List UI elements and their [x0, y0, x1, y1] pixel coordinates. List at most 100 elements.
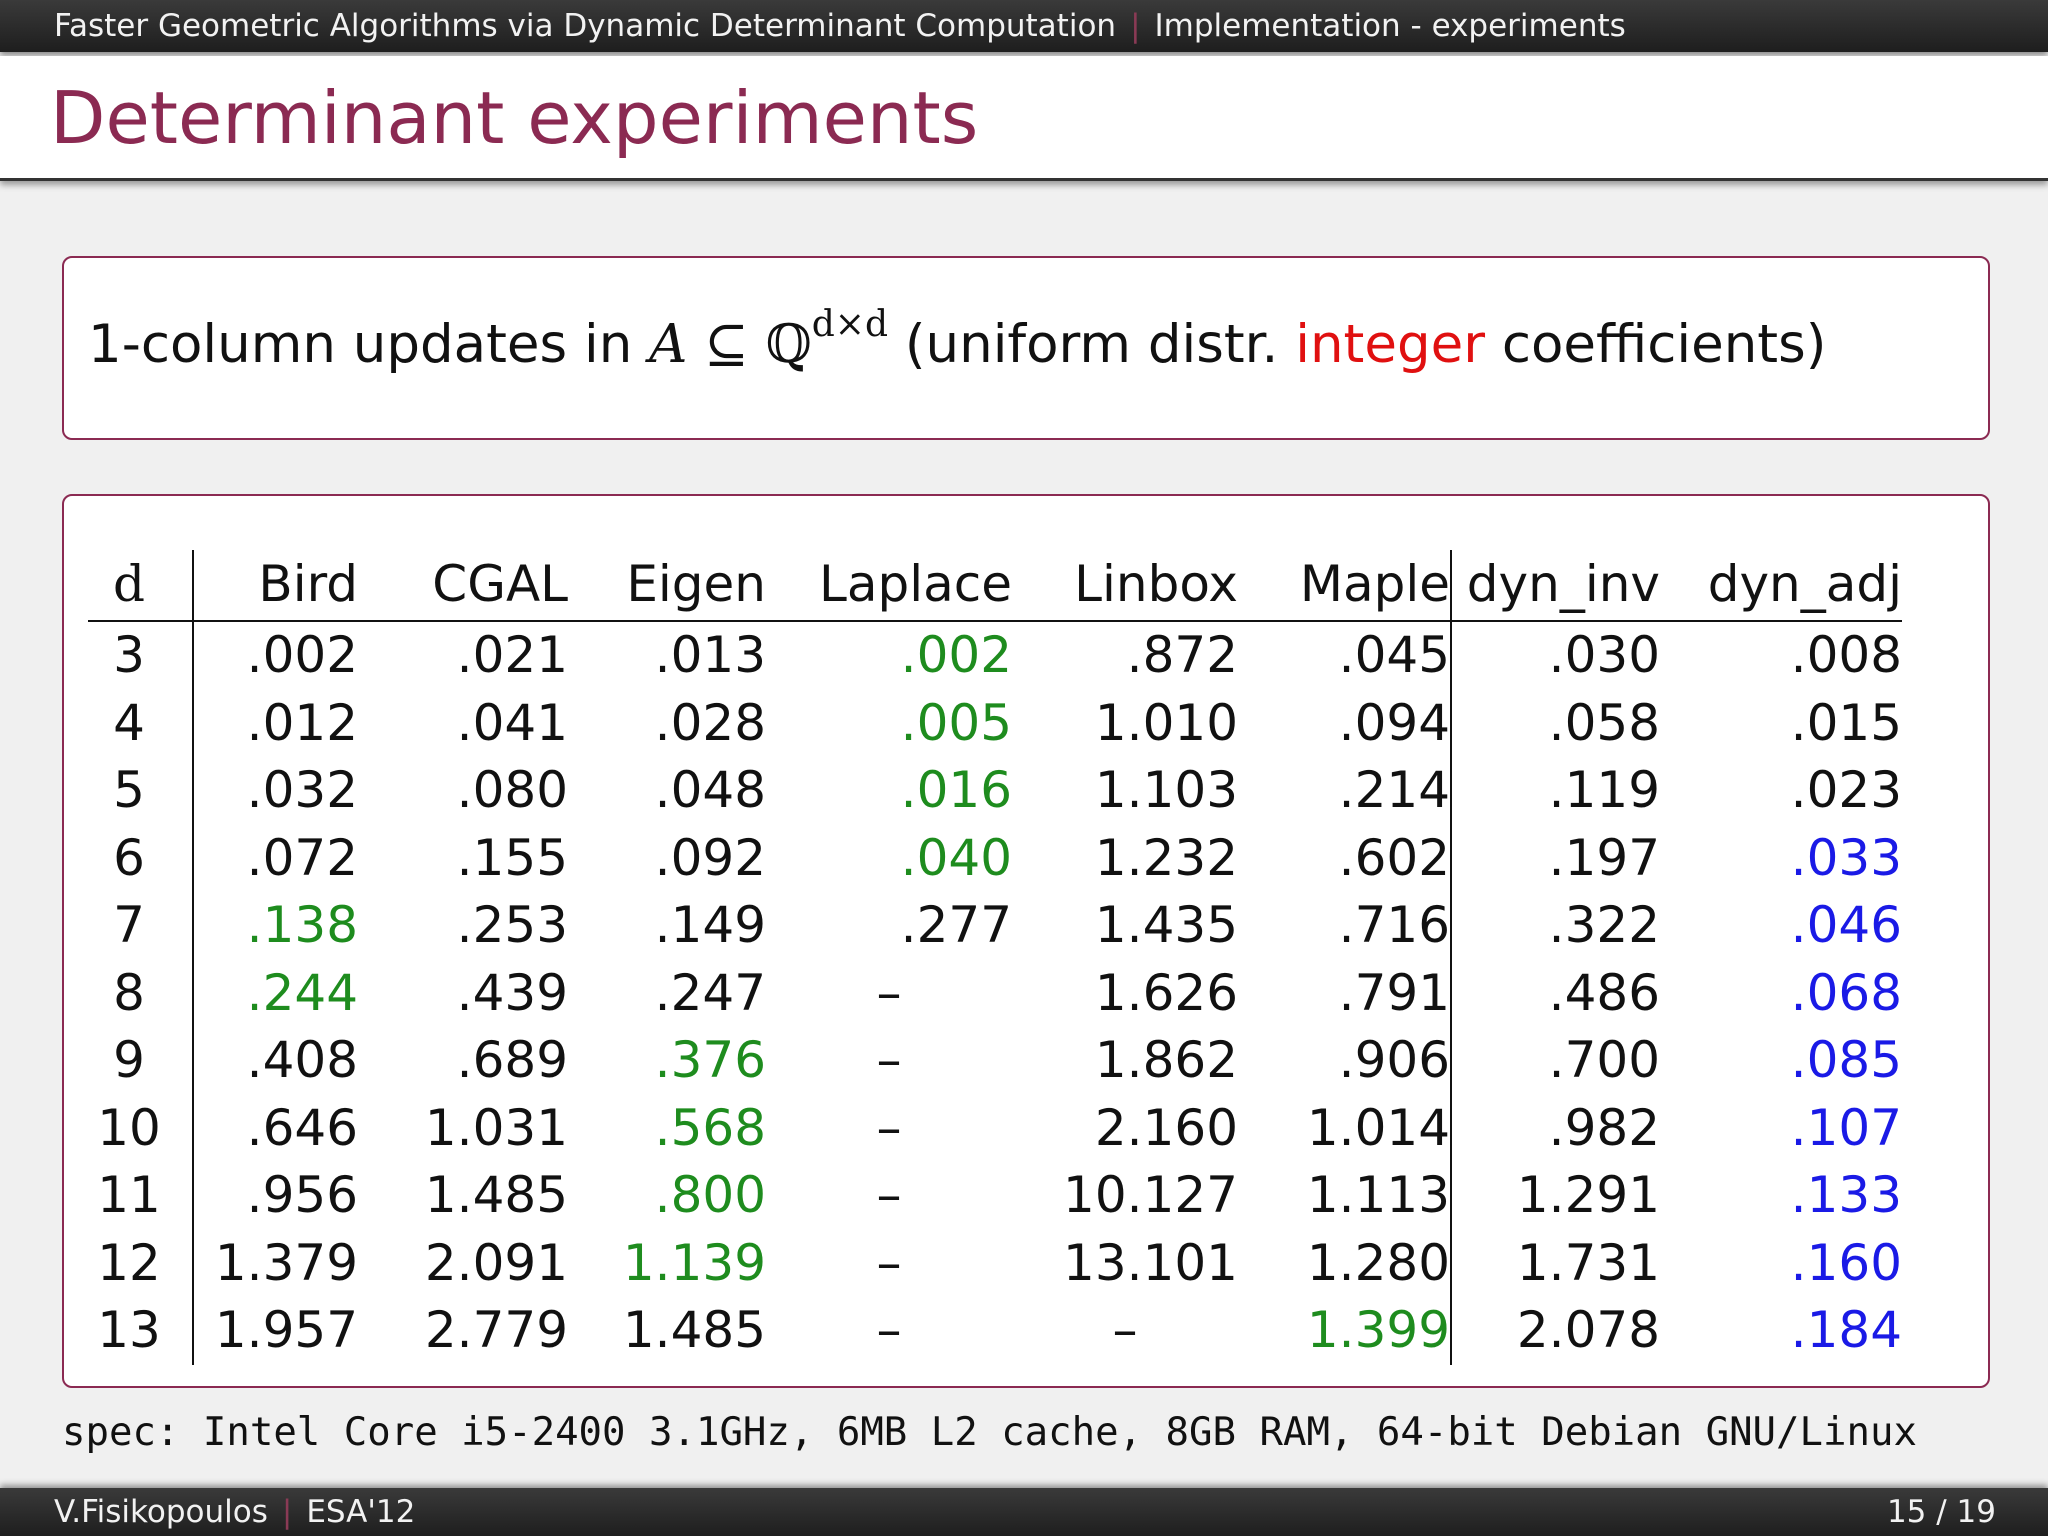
cell-cgal: .021 [456, 626, 568, 684]
cell-dyn-inv: .197 [1548, 828, 1660, 887]
cell-cgal: 2.091 [424, 1233, 568, 1292]
matrix-variable: A [649, 314, 688, 375]
header-linbox: Linbox [1012, 550, 1238, 622]
header-d: d [88, 550, 194, 622]
cell-laplace: .005 [900, 693, 1012, 752]
table-row: 11 .956 1.485 .800 – 10.127 1.113 1.291 .133 [88, 1162, 1902, 1230]
cell-d: 6 [88, 824, 194, 892]
cell-dyn-inv: .058 [1548, 693, 1660, 752]
cell-eigen: .568 [654, 1098, 766, 1157]
header-eigen: Eigen [568, 550, 766, 622]
cell-bird: .408 [246, 1031, 358, 1089]
cell-linbox: 1.862 [1094, 1031, 1238, 1089]
cell-cgal: 2.779 [424, 1301, 568, 1359]
cell-dyn-inv: .030 [1548, 626, 1660, 684]
cell-dyn-inv: 1.291 [1516, 1166, 1660, 1224]
cell-bird: 1.379 [214, 1233, 358, 1292]
cell-eigen: .013 [654, 626, 766, 684]
cell-maple: 1.113 [1238, 1162, 1452, 1230]
table-row: 12 1.379 2.091 1.139 – 13.101 1.280 1.731 .160 [88, 1229, 1902, 1297]
table-row: 13 1.957 2.779 1.485 – – 1.399 2.078 .184 [88, 1297, 1902, 1365]
cell-dyn-inv: .322 [1548, 896, 1660, 954]
footer-left: V.Fisikopoulos | ESA'12 [54, 1488, 415, 1536]
cell-laplace: .277 [900, 896, 1012, 954]
cell-cgal: .689 [456, 1031, 568, 1089]
cell-d: 10 [88, 1094, 194, 1162]
cell-maple: .045 [1238, 621, 1452, 690]
cell-d: 4 [88, 689, 194, 757]
slide-title-bar: Determinant experiments [0, 56, 2048, 181]
slide-title: Determinant experiments [50, 76, 979, 160]
setup-line: 1-column updates in A ⊆ ℚd×d (uniform di… [88, 304, 1826, 375]
rational-field-symbol: ℚ [765, 314, 812, 375]
cell-dyn-adj: .023 [1790, 761, 1902, 819]
cell-eigen: .376 [654, 1031, 766, 1089]
cell-maple: .906 [1238, 1027, 1452, 1095]
cell-dyn-adj: .033 [1790, 828, 1902, 887]
spec-line: spec: Intel Core i5-2400 3.1GHz, 6MB L2 … [62, 1410, 1917, 1455]
cell-cgal: 1.031 [424, 1098, 568, 1157]
table-row: 6 .072 .155 .092 .040 1.232.602 .197 .033 [88, 824, 1902, 892]
cell-cgal: .253 [456, 896, 568, 954]
cell-laplace: .002 [900, 626, 1012, 684]
cell-dyn-adj: .068 [1790, 963, 1902, 1022]
cell-linbox: 13.101 [1063, 1233, 1238, 1292]
cell-laplace: – [876, 1031, 902, 1089]
header-cgal: CGAL [358, 550, 568, 622]
cell-bird: .012 [246, 693, 358, 752]
cell-maple: .716 [1238, 892, 1452, 960]
header-laplace: Laplace [766, 550, 1012, 622]
cell-d: 9 [88, 1027, 194, 1095]
cell-dyn-adj: .015 [1790, 693, 1902, 752]
section-title[interactable]: Implementation - experiments [1155, 8, 1626, 44]
cell-eigen: .092 [654, 828, 766, 887]
cell-laplace: – [876, 1233, 902, 1292]
cell-eigen: .028 [654, 693, 766, 752]
table-row: 4 .012 .041 .028 .005 1.010.094 .058 .015 [88, 689, 1902, 757]
cell-d: 8 [88, 959, 194, 1027]
cell-dyn-adj: .133 [1790, 1166, 1902, 1224]
cell-bird: .244 [246, 963, 358, 1022]
cell-bird: 1.957 [214, 1301, 358, 1359]
cell-dyn-adj: .184 [1790, 1301, 1902, 1359]
cell-maple: .094 [1238, 689, 1452, 757]
cell-cgal: .080 [456, 761, 568, 819]
header-text: Faster Geometric Algorithms via Dynamic … [54, 0, 1626, 52]
cell-dyn-adj: .107 [1790, 1098, 1902, 1157]
cell-linbox: 1.232 [1094, 828, 1238, 887]
footer-author[interactable]: V.Fisikopoulos [54, 1494, 268, 1530]
cell-linbox: 1.010 [1094, 693, 1238, 752]
header-bird: Bird [193, 550, 358, 622]
header-maple: Maple [1238, 550, 1452, 622]
footer-venue[interactable]: ESA'12 [306, 1494, 415, 1530]
footer-bar: V.Fisikopoulos | ESA'12 15 / 19 [0, 1488, 2048, 1536]
header-dyn-inv: dyn_inv [1451, 550, 1660, 622]
cell-linbox: 10.127 [1063, 1166, 1238, 1224]
cell-laplace: .016 [900, 761, 1012, 819]
cell-dyn-inv: 1.731 [1516, 1233, 1660, 1292]
table-row: 7 .138 .253 .149 .277 1.435.716 .322 .046 [88, 892, 1902, 960]
cell-maple: .214 [1238, 757, 1452, 825]
setup-paren-open: (uniform distr. [888, 314, 1296, 375]
cell-linbox: .872 [1126, 626, 1238, 684]
cell-eigen: .800 [654, 1166, 766, 1224]
footer-separator: | [281, 1494, 293, 1530]
cell-cgal: 1.485 [424, 1166, 568, 1224]
cell-laplace: – [876, 1301, 902, 1359]
cell-maple: 1.014 [1238, 1094, 1452, 1162]
results-table: d Bird CGAL Eigen Laplace Linbox Maple d… [88, 550, 1902, 1365]
cell-d: 3 [88, 621, 194, 690]
cell-maple: 1.280 [1238, 1229, 1452, 1297]
cell-dyn-inv: .486 [1548, 963, 1660, 1022]
cell-eigen: .247 [654, 963, 766, 1022]
dimension-exponent: d×d [811, 304, 888, 345]
cell-linbox: 1.103 [1094, 761, 1238, 819]
cell-linbox: – [1112, 1301, 1138, 1359]
cell-cgal: .041 [456, 693, 568, 752]
presentation-title[interactable]: Faster Geometric Algorithms via Dynamic … [54, 8, 1116, 44]
cell-maple: .791 [1238, 959, 1452, 1027]
results-box: d Bird CGAL Eigen Laplace Linbox Maple d… [62, 494, 1990, 1388]
cell-linbox: 2.160 [1094, 1098, 1238, 1157]
cell-eigen: 1.485 [622, 1301, 766, 1359]
cell-bird: .138 [246, 896, 358, 954]
